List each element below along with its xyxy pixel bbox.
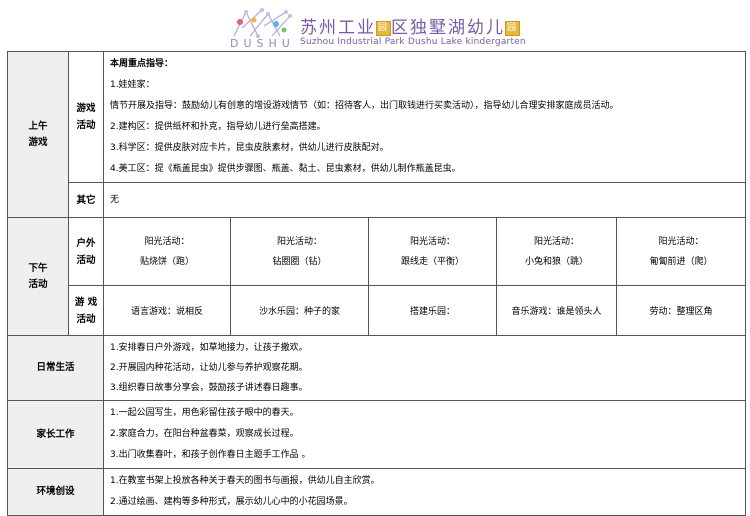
game-activity: 沙水乐园：种子的家 — [230, 285, 369, 336]
logo-emblem-icon — [233, 8, 292, 38]
morning-label-line2: 游戏 — [28, 136, 48, 148]
games-label-line2: 活动 — [76, 313, 96, 325]
morning-play-row: 上午 游戏 游戏 活动 本周重点指导： 1.娃娃家： 情节开展及指导：鼓励幼儿有… — [7, 51, 747, 218]
game-activity: 音乐游戏：谁是领头人 — [496, 285, 617, 336]
game-activity: 搭建乐园： — [368, 285, 497, 336]
other-value: 无 — [102, 182, 747, 218]
outdoor-activity: 阳光活动： 匍匐前进（爬） — [615, 217, 747, 286]
logo-dushu-text: DUSHU — [230, 37, 295, 50]
environment-line: 1.在教室书架上投放各种关于春天的图书与画报，供幼儿自主欣赏。 — [110, 476, 380, 486]
game-activity: 语言游戏：说相反 — [103, 285, 231, 336]
environment-content: 1.在教室书架上投放各种关于春天的图书与画报，供幼儿自主欣赏。 2.通过绘画、建… — [102, 468, 747, 516]
outdoor-label-line2: 活动 — [76, 254, 96, 266]
school-name-part2: 区独墅湖幼儿 — [391, 18, 505, 38]
outdoor-activity: 阳光活动： 钻圈圈（钻） — [230, 217, 369, 286]
guidance-line: 4.美工区：提《瓶盖昆虫》提供步骤图、瓶盖、黏土、昆虫素材，供幼儿制作瓶盖昆虫。 — [110, 164, 461, 174]
morning-play-content: 本周重点指导： 1.娃娃家： 情节开展及指导：鼓励幼儿有创意的增设游戏情节（如：… — [102, 51, 747, 183]
page-header: DUSHU 苏州工业园区独墅湖幼儿园 Suzhou Industrial Par… — [0, 0, 750, 52]
afternoon-label-line2: 活动 — [28, 278, 48, 290]
morning-play-label: 游戏 活动 — [68, 51, 104, 183]
guidance-line: 情节开展及指导：鼓励幼儿有创意的增设游戏情节（如：招待客人，出门取钱进行买卖活动… — [110, 101, 619, 111]
game-activity: 劳动：整理区角 — [615, 285, 747, 336]
activity-name: 匍匐前进（爬） — [649, 256, 713, 267]
parent-work-row: 家长工作 1.一起公园写生，用色彩留住孩子眼中的春天。 2.家庭合力，在阳台种盆… — [7, 400, 747, 469]
guidance-line: 3.科学区：提供皮肤对应卡片，昆虫皮肤素材，供幼儿进行皮肤配对。 — [110, 143, 389, 153]
parent-work-label: 家长工作 — [7, 400, 104, 469]
daily-line: 3.组织春日故事分享会，鼓励孩子讲述春日趣事。 — [110, 383, 308, 393]
environment-row: 环境创设 1.在教室书架上投放各种关于春天的图书与画报，供幼儿自主欣赏。 2.通… — [7, 468, 747, 516]
activity-title: 阳光活动： — [658, 236, 704, 247]
environment-label: 环境创设 — [7, 468, 104, 516]
environment-line: 2.通过绘画、建构等多种形式，展示幼儿心中的小花园场景。 — [110, 497, 353, 507]
parent-work-content: 1.一起公园写生，用色彩留住孩子眼中的春天。 2.家庭合力，在阳台种盆春菜，观察… — [102, 400, 747, 469]
daily-life-content: 1.安排春日户外游戏，如草地接力，让孩子撒欢。 2.开展园内种花活动，让幼儿参与… — [102, 335, 747, 401]
other-label: 其它 — [68, 182, 104, 218]
daily-life-row: 日常生活 1.安排春日户外游戏，如草地接力，让孩子撒欢。 2.开展园内种花活动，… — [7, 335, 747, 401]
activity-name: 跟线走（平衡） — [400, 256, 464, 267]
outdoor-label: 户外 活动 — [68, 217, 104, 286]
daily-line: 2.开展园内种花活动，让幼儿参与养护观察花期。 — [110, 363, 308, 373]
guidance-heading: 本周重点指导： — [110, 59, 174, 69]
guidance-line: 2.建构区：提供纸杯和扑克，指导幼儿进行垒高搭建。 — [110, 122, 326, 132]
morning-other-row: 其它 无 — [8, 182, 747, 218]
afternoon-games-row: 游 戏 活动 语言游戏：说相反 沙水乐园：种子的家 搭建乐园： 音乐游戏：谁是领… — [8, 285, 747, 336]
school-badge-1: 园 — [376, 20, 391, 36]
parent-line: 2.家庭合力，在阳台种盆春菜，观察成长过程。 — [110, 429, 299, 439]
activity-title: 阳光活动： — [144, 236, 190, 247]
school-name-part1: 苏州工业 — [300, 18, 376, 38]
guidance-line: 1.娃娃家： — [110, 80, 155, 90]
outdoor-activity: 阳光活动： 贴烧饼（跑） — [103, 217, 231, 286]
games-label-line1: 游 戏 — [74, 296, 98, 308]
outdoor-activity: 阳光活动： 跟线走（平衡） — [368, 217, 497, 286]
morning-section-label: 上午 游戏 — [7, 51, 69, 218]
afternoon-outdoor-row: 下午 活动 户外 活动 阳光活动： 贴烧饼（跑） 阳光活动： 钻圈圈（钻） 阳光活动… — [7, 217, 747, 336]
school-logo: DUSHU 苏州工业园区独墅湖幼儿园 Suzhou Industrial Par… — [228, 6, 528, 50]
activity-title: 阳光活动： — [533, 236, 579, 247]
daily-line: 1.安排春日户外游戏，如草地接力，让孩子撒欢。 — [110, 343, 308, 353]
outdoor-activity: 阳光活动： 小兔和狼（跳） — [496, 217, 617, 286]
parent-line: 1.一起公园写生，用色彩留住孩子眼中的春天。 — [110, 408, 299, 418]
games-label: 游 戏 活动 — [68, 285, 104, 336]
afternoon-label-line1: 下午 — [28, 262, 48, 274]
play-label-line1: 游戏 — [76, 103, 96, 114]
afternoon-section-label: 下午 活动 — [7, 217, 69, 336]
school-badge-2: 园 — [505, 20, 520, 36]
morning-label-line1: 上午 — [28, 120, 48, 132]
activity-name: 钻圈圈（钻） — [272, 256, 327, 267]
daily-life-label: 日常生活 — [7, 335, 104, 401]
outdoor-label-line1: 户外 — [76, 237, 96, 249]
activity-name: 贴烧饼（跑） — [139, 256, 194, 267]
school-subtitle: Suzhou Industrial Park Dushu Lake kinder… — [300, 37, 526, 47]
parent-line: 3.出门收集春叶，和孩子创作春日主题手工作品 。 — [110, 450, 311, 460]
weekly-plan-table: 上午 游戏 游戏 活动 本周重点指导： 1.娃娃家： 情节开展及指导：鼓励幼儿有… — [7, 51, 747, 516]
activity-name: 小兔和狼（跳） — [524, 256, 588, 267]
school-name: 苏州工业园区独墅湖幼儿园 — [300, 13, 520, 38]
activity-title: 阳光活动： — [409, 236, 455, 247]
play-label-line2: 活动 — [76, 120, 96, 131]
activity-title: 阳光活动： — [276, 236, 322, 247]
